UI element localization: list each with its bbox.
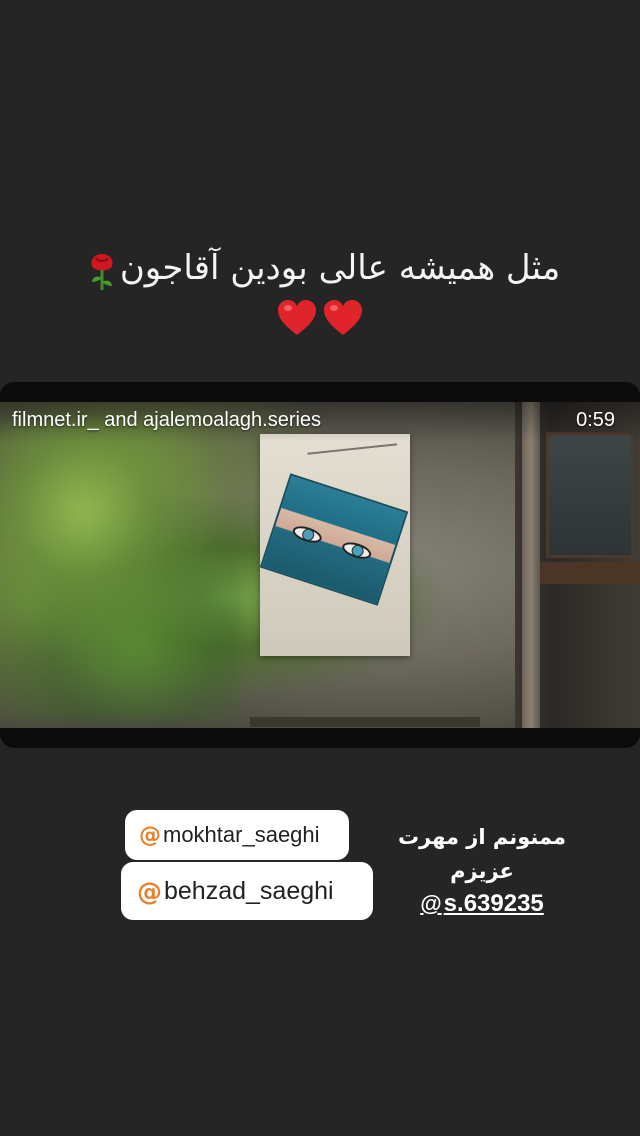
- video-door-window: [546, 432, 634, 558]
- poster-face-image: [259, 473, 409, 606]
- red-heart-icon: [322, 298, 364, 340]
- thanks-note: ممنونم از مهرت عزیزم @ s.639235: [372, 820, 592, 918]
- caption-text-line: مثل همیشه عالی بودین آقاجون: [0, 240, 640, 296]
- video-foliage: [0, 422, 240, 722]
- caption-text: مثل همیشه عالی بودین آقاجون: [119, 248, 561, 288]
- story-caption: مثل همیشه عالی بودین آقاجون: [0, 240, 640, 340]
- at-icon: @: [139, 822, 161, 848]
- threads-handle-link[interactable]: @ s.639235: [420, 890, 544, 918]
- video-ledge: [250, 717, 480, 727]
- threads-icon: @: [420, 891, 442, 916]
- eye-shape: [340, 539, 374, 562]
- hearts-row: [0, 298, 640, 340]
- video-poster: [259, 434, 410, 656]
- rose-icon: [84, 248, 120, 292]
- threads-handle: s.639235: [443, 890, 544, 917]
- poster-handwriting: [307, 443, 399, 469]
- red-heart-icon: [276, 298, 318, 340]
- mention-handle: mokhtar_saeghi: [163, 822, 320, 847]
- video-door-post: [522, 402, 540, 728]
- video-door-bar: [540, 562, 640, 584]
- mention-sticker-mokhtar[interactable]: @ mokhtar_saeghi: [125, 810, 349, 860]
- thanks-text: ممنونم از مهرت عزیزم: [397, 825, 567, 883]
- mention-handle: behzad_saeghi: [164, 876, 334, 905]
- video-card[interactable]: filmnet.ir_ and ajalemoalagh.series 0:59: [0, 382, 640, 748]
- video-duration: 0:59: [576, 409, 615, 431]
- video-frame[interactable]: [0, 402, 640, 728]
- mention-sticker-behzad[interactable]: @ behzad_saeghi: [121, 862, 373, 920]
- at-icon: @: [137, 876, 162, 906]
- eye-shape: [290, 523, 324, 546]
- video-source-label: filmnet.ir_ and ajalemoalagh.series: [12, 409, 322, 431]
